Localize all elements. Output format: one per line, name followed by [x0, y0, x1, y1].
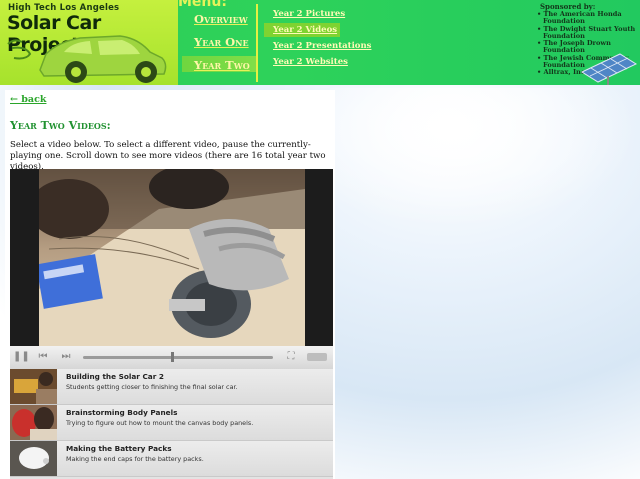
back-link[interactable]: ← back — [10, 94, 46, 105]
pause-icon[interactable]: ❚❚ — [13, 350, 30, 364]
menu-item-year-two[interactable]: Year Two — [194, 58, 250, 72]
cloud-decoration — [330, 88, 640, 228]
video-thumbnail — [10, 441, 57, 476]
menu-item-overview[interactable]: Overview — [194, 12, 248, 26]
sponsor-item: The Dwight Stuart Youth Foundation — [534, 25, 640, 41]
sponsor-item: The American Honda Foundation — [534, 10, 640, 26]
next-icon[interactable]: ⏭ — [59, 350, 73, 364]
video-still-image — [39, 169, 305, 346]
video-player[interactable]: ❚❚ ⏮ ⏭ ⛶ — [10, 169, 333, 369]
video-thumbnail — [10, 369, 57, 404]
playlist-item[interactable]: Building the Solar Car 2 Students gettin… — [10, 369, 333, 405]
video-description: Making the end caps for the battery pack… — [66, 455, 204, 463]
subnav-videos[interactable]: Year 2 Videos — [273, 25, 337, 35]
playlist-item[interactable]: Brainstorming Body Panels Trying to figu… — [10, 405, 333, 441]
seek-bar[interactable] — [83, 356, 273, 359]
previous-icon[interactable]: ⏮ — [36, 350, 50, 364]
seek-handle[interactable] — [170, 352, 174, 362]
menu-item-year-one[interactable]: Year One — [194, 35, 249, 49]
video-title: Brainstorming Body Panels — [66, 408, 178, 417]
page-title: Year Two Videos: — [10, 119, 111, 132]
video-title: Building the Solar Car 2 — [66, 372, 164, 381]
subnav-presentations[interactable]: Year 2 Presentations — [273, 41, 371, 51]
video-description: Trying to figure out how to mount the ca… — [66, 419, 254, 427]
site-logo[interactable]: High Tech Los Angeles Solar Car Project — [0, 0, 178, 85]
menu-divider — [256, 4, 258, 82]
volume-slider[interactable] — [307, 353, 327, 361]
video-playlist: Building the Solar Car 2 Students gettin… — [10, 369, 333, 479]
solar-car-illustration — [7, 35, 167, 83]
menu-label: Menu: — [178, 0, 227, 10]
player-controls: ❚❚ ⏮ ⏭ ⛶ — [10, 346, 333, 369]
video-title: Making the Battery Packs — [66, 444, 172, 453]
playlist-item[interactable]: Making the Battery Packs Making the end … — [10, 441, 333, 477]
fullscreen-icon[interactable]: ⛶ — [284, 350, 298, 364]
subnav-websites[interactable]: Year 2 Websites — [273, 57, 348, 67]
site-header: High Tech Los Angeles Solar Car Project … — [0, 0, 640, 85]
video-description: Students getting closer to finishing the… — [66, 383, 238, 391]
video-thumbnail — [10, 405, 57, 440]
main-menu: Menu: Overview Year One Year Two — [178, 0, 258, 85]
video-frame[interactable] — [39, 169, 305, 346]
subnav-pictures[interactable]: Year 2 Pictures — [273, 9, 345, 19]
solar-panel-icon — [580, 53, 638, 85]
